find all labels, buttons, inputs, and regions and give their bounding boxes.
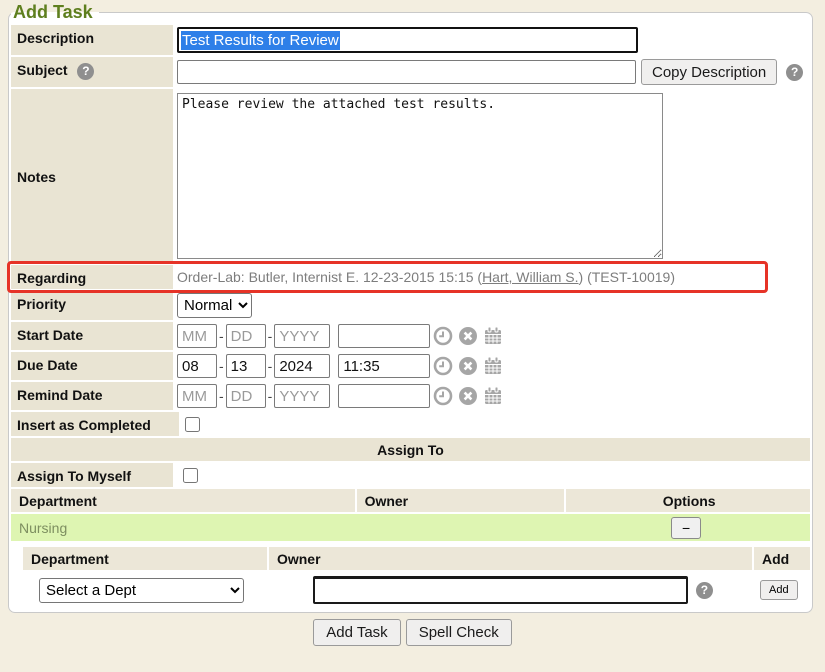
date-separator: -: [268, 388, 273, 404]
add-assignment-button[interactable]: Add: [760, 580, 798, 600]
insert-as-completed-label: Insert as Completed: [11, 412, 179, 436]
add-assignment-table: Department Owner Add Select a Dept ? Add: [23, 547, 810, 606]
owner-help-icon[interactable]: ?: [696, 582, 713, 599]
subject-help-icon[interactable]: ?: [77, 63, 94, 80]
start-date-mm-input[interactable]: [177, 324, 217, 348]
subject-field-help-icon[interactable]: ?: [786, 64, 803, 81]
subject-input[interactable]: [177, 60, 636, 84]
due-date-mm-input[interactable]: [177, 354, 217, 378]
start-date-time-input[interactable]: [338, 324, 430, 348]
start-date-yyyy-input[interactable]: [274, 324, 330, 348]
regarding-row: Regarding Order-Lab: Butler, Internist E…: [11, 265, 810, 289]
description-row: Description Test Results for Review: [11, 25, 810, 55]
assign-to-section-header: Assign To: [11, 438, 810, 461]
start-date-clear-icon[interactable]: [458, 325, 480, 347]
insert-as-completed-checkbox[interactable]: [185, 417, 200, 432]
assignment-row: Nursing −: [11, 514, 810, 541]
remind-date-label: Remind Date: [11, 382, 173, 410]
page-title: Add Task: [11, 2, 99, 23]
remind-date-yyyy-input[interactable]: [274, 384, 330, 408]
due-date-yyyy-input[interactable]: [274, 354, 330, 378]
date-separator: -: [268, 328, 273, 344]
start-date-row: Start Date - -: [11, 322, 810, 350]
priority-select[interactable]: Normal: [177, 293, 252, 318]
remind-date-mm-input[interactable]: [177, 384, 217, 408]
start-date-label: Start Date: [11, 322, 173, 350]
regarding-text-suffix: ) (TEST-10019): [579, 269, 675, 285]
department-select[interactable]: Select a Dept: [39, 578, 244, 603]
add-task-button[interactable]: Add Task: [313, 619, 400, 646]
add-header-add: Add: [754, 547, 810, 570]
add-header-owner: Owner: [269, 547, 752, 570]
regarding-label: Regarding: [11, 265, 173, 289]
footer-buttons: Add Task Spell Check: [0, 619, 825, 646]
assign-to-myself-row: Assign To Myself: [11, 463, 810, 487]
assignments-header-department: Department: [11, 489, 355, 512]
notes-label: Notes: [11, 89, 173, 263]
assign-to-myself-checkbox[interactable]: [183, 468, 198, 483]
priority-label: Priority: [11, 291, 173, 320]
start-date-calendar-icon[interactable]: [483, 325, 505, 347]
add-assignment-row: Select a Dept ? Add: [23, 572, 810, 606]
remind-date-dd-input[interactable]: [226, 384, 266, 408]
assignments-header-options: Options: [566, 489, 810, 512]
assignments-table: Department Owner Options Nursing −: [11, 489, 810, 541]
new-owner-input[interactable]: [313, 576, 688, 604]
regarding-value: Order-Lab: Butler, Internist E. 12-23-20…: [173, 265, 810, 289]
assign-to-myself-label: Assign To Myself: [11, 463, 173, 487]
due-date-time-input[interactable]: [338, 354, 430, 378]
description-selected-text: Test Results for Review: [181, 31, 340, 50]
add-task-form: Add Task Description Test Results for Re…: [8, 2, 813, 613]
priority-row: Priority Normal: [11, 291, 810, 320]
start-date-clock-icon[interactable]: [433, 325, 455, 347]
notes-textarea[interactable]: [177, 93, 663, 259]
date-separator: -: [268, 358, 273, 374]
date-separator: -: [219, 328, 224, 344]
due-date-calendar-icon[interactable]: [483, 355, 505, 377]
copy-description-button[interactable]: Copy Description: [641, 59, 777, 85]
assignments-header-owner: Owner: [357, 489, 565, 512]
remind-date-time-input[interactable]: [338, 384, 430, 408]
due-date-clock-icon[interactable]: [433, 355, 455, 377]
regarding-text-prefix: Order-Lab: Butler, Internist E. 12-23-20…: [177, 269, 482, 285]
spell-check-button[interactable]: Spell Check: [406, 619, 512, 646]
description-input[interactable]: Test Results for Review: [177, 27, 638, 53]
add-header-department: Department: [23, 547, 267, 570]
subject-row: Subject ? Copy Description ?: [11, 57, 810, 87]
notes-row: Notes: [11, 89, 810, 263]
remind-date-clock-icon[interactable]: [433, 385, 455, 407]
description-label: Description: [11, 25, 173, 55]
remind-date-calendar-icon[interactable]: [483, 385, 505, 407]
due-date-label: Due Date: [11, 352, 173, 380]
subject-label: Subject ?: [11, 57, 173, 87]
start-date-dd-input[interactable]: [226, 324, 266, 348]
insert-as-completed-row: Insert as Completed: [11, 412, 810, 436]
regarding-patient-link[interactable]: Hart, William S.: [482, 269, 578, 285]
remind-date-row: Remind Date - -: [11, 382, 810, 410]
due-date-row: Due Date - -: [11, 352, 810, 380]
due-date-clear-icon[interactable]: [458, 355, 480, 377]
date-separator: -: [219, 388, 224, 404]
remove-assignment-button[interactable]: −: [671, 517, 701, 539]
date-separator: -: [219, 358, 224, 374]
remind-date-clear-icon[interactable]: [458, 385, 480, 407]
due-date-dd-input[interactable]: [226, 354, 266, 378]
assignment-department: Nursing: [11, 520, 355, 536]
